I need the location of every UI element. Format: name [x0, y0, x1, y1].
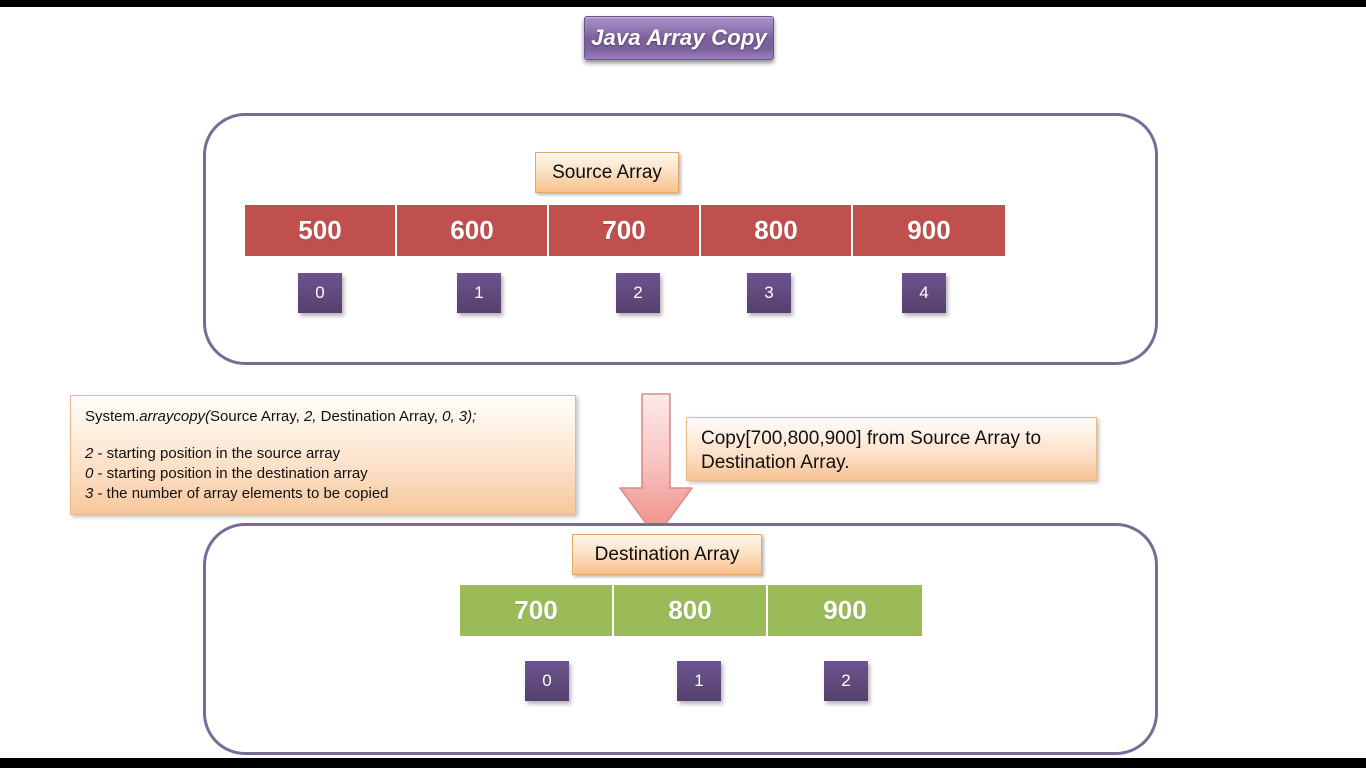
array-index-label: 2 [841, 671, 851, 690]
destination-array-chip-label: Destination Array [594, 543, 740, 565]
array-index-box: 2 [616, 273, 660, 313]
destination-array-cells: 700 800 900 [460, 585, 922, 636]
array-index-box: 3 [747, 273, 791, 313]
array-cell: 600 [397, 205, 549, 256]
array-index-label: 1 [474, 283, 484, 302]
down-arrow-icon [619, 393, 693, 538]
code-part-tail: 0, 3); [437, 408, 477, 425]
array-index-label: 1 [694, 671, 704, 690]
array-cell: 700 [549, 205, 701, 256]
source-array-chip: Source Array [535, 152, 679, 193]
array-index-box: 0 [298, 273, 342, 313]
destination-array-chip: Destination Array [572, 534, 762, 575]
code-part-destarg: Destination Array, [316, 408, 438, 425]
array-index-label: 0 [542, 671, 552, 690]
array-cell: 700 [460, 585, 614, 636]
array-index-label: 2 [633, 283, 643, 302]
note-text: - starting position in the destination a… [93, 465, 368, 482]
array-index-box: 1 [457, 273, 501, 313]
array-cell: 800 [701, 205, 853, 256]
array-index-box: 4 [902, 273, 946, 313]
array-index-label: 3 [764, 283, 774, 302]
code-part-system: System. [85, 408, 140, 425]
code-part-method: arraycopy( [139, 408, 211, 425]
array-index-label: 0 [315, 283, 325, 302]
array-cell: 900 [853, 205, 1005, 256]
destination-array-index-row: 0 1 2 [460, 661, 922, 707]
array-index-box: 2 [824, 661, 868, 701]
array-index-label: 4 [919, 283, 929, 302]
callout-line: Copy[700,800,900] from Source Array to [701, 428, 1042, 449]
slide-canvas: Java Array Copy Source Array 500 600 700… [0, 7, 1366, 758]
arraycopy-note-line: 2 - starting position in the source arra… [85, 444, 561, 464]
letterbox-bar-bottom [0, 758, 1366, 768]
array-index-box: 1 [677, 661, 721, 701]
slide-title-button[interactable]: Java Array Copy [584, 16, 774, 60]
callout-line: Destination Array. [701, 452, 850, 473]
note-text: - starting position in the source array [93, 445, 341, 462]
arraycopy-signature-line: System.arraycopy(Source Array, 2, Destin… [85, 407, 561, 427]
source-array-chip-label: Source Array [552, 161, 662, 183]
source-array-index-row: 0 1 2 3 4 [245, 273, 1005, 319]
array-cell: 500 [245, 205, 397, 256]
code-part-srcpos: 2, [303, 408, 317, 425]
note-text: - the number of array elements to be cop… [93, 485, 389, 502]
letterbox-bar-top [0, 0, 1366, 7]
arraycopy-note-line: 0 - starting position in the destination… [85, 464, 561, 484]
source-array-cells: 500 600 700 800 900 [245, 205, 1005, 256]
array-index-box: 0 [525, 661, 569, 701]
code-part-srcarg: Source Array, [210, 408, 304, 425]
arraycopy-note-line: 3 - the number of array elements to be c… [85, 484, 561, 504]
slide-title-label: Java Array Copy [591, 25, 767, 50]
arraycopy-code-box: System.arraycopy(Source Array, 2, Destin… [70, 395, 576, 515]
code-box-spacer [85, 427, 561, 444]
array-cell: 900 [768, 585, 922, 636]
array-cell: 800 [614, 585, 768, 636]
copy-description-callout: Copy[700,800,900] from Source Array to D… [686, 417, 1097, 481]
